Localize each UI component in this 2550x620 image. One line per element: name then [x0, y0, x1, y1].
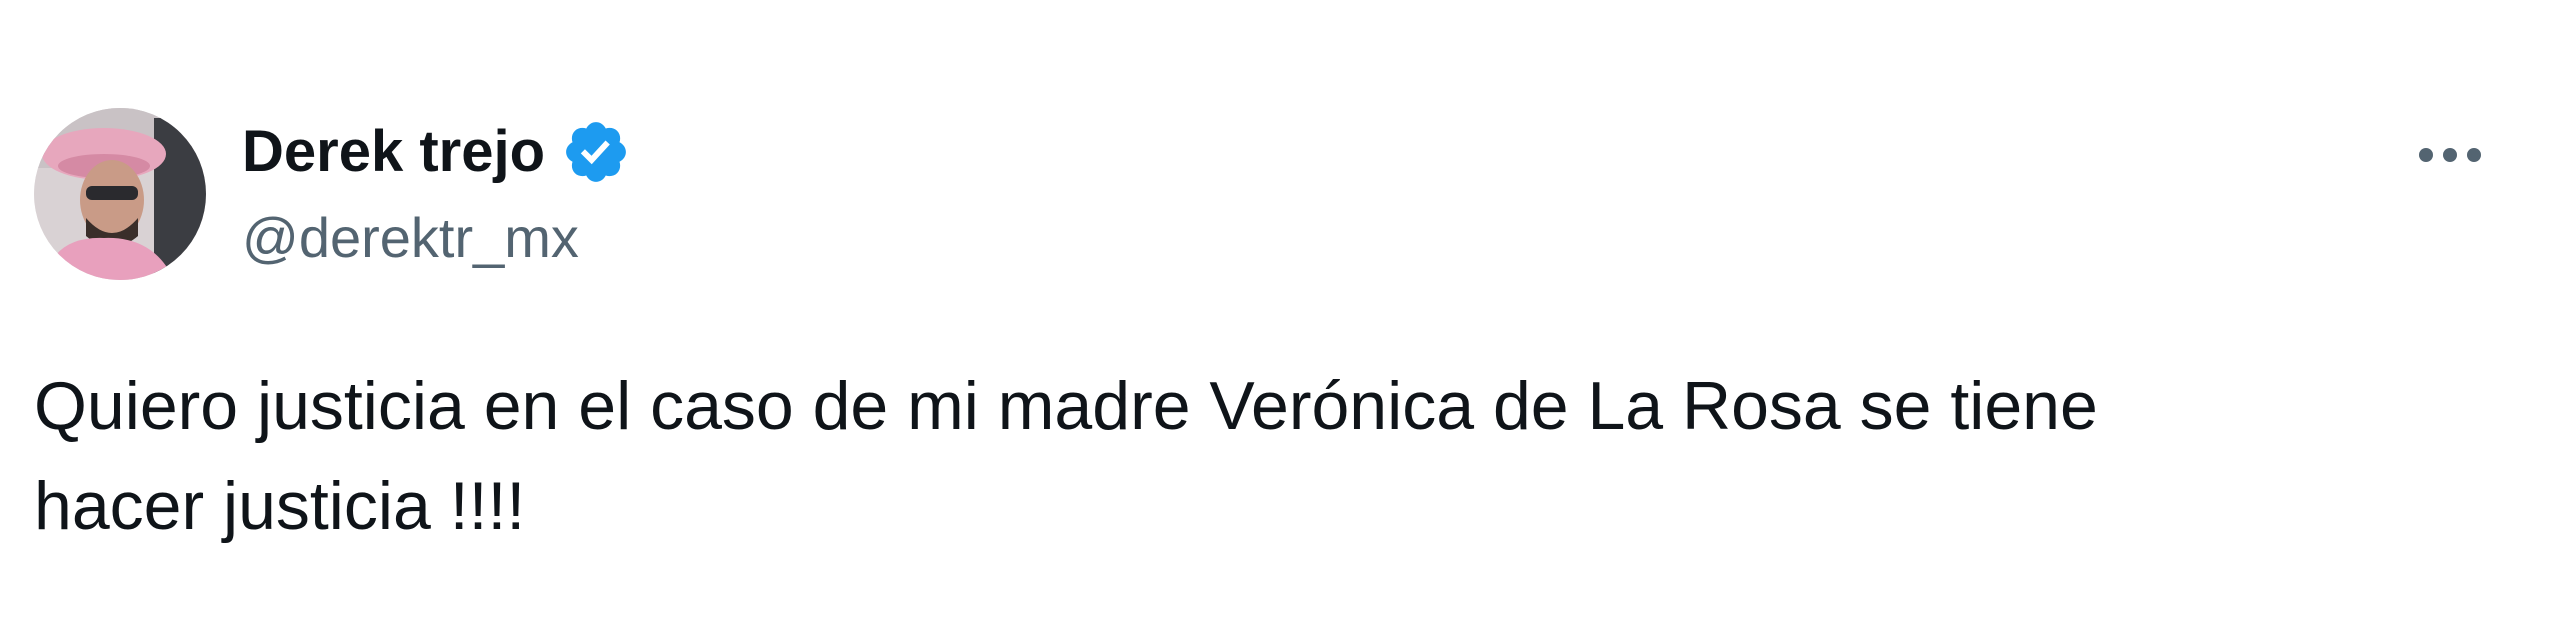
avatar-photo-icon — [34, 108, 206, 280]
tweet-card: Derek trejo @derektr_mx Quiero justicia … — [0, 0, 2550, 620]
author-display-name[interactable]: Derek trejo — [242, 112, 545, 192]
tweet-text-line: hacer justicia !!!! — [34, 468, 526, 544]
tweet-text-line: Quiero justicia en el caso de mi madre V… — [34, 368, 2098, 444]
author-handle[interactable]: @derektr_mx — [242, 200, 579, 276]
author-name-row: Derek trejo — [242, 112, 631, 192]
avatar[interactable] — [34, 108, 206, 280]
tweet-text: Quiero justicia en el caso de mi madre V… — [34, 356, 2454, 556]
more-options-button[interactable] — [2400, 120, 2500, 190]
more-horizontal-icon — [2419, 148, 2481, 162]
verified-badge-icon[interactable] — [561, 117, 631, 187]
